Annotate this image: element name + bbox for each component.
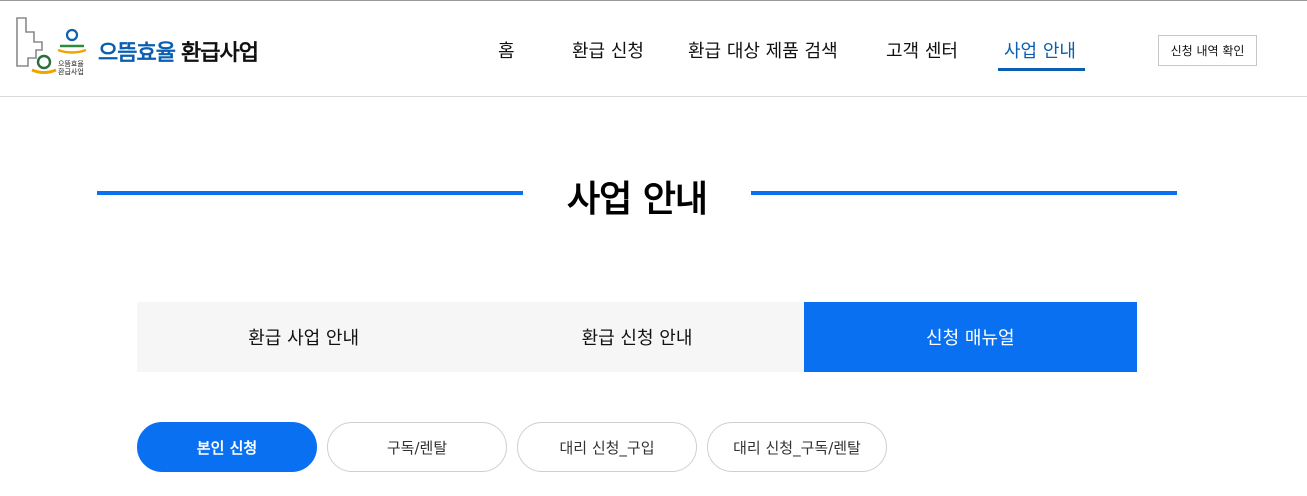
svg-text:환급사업: 환급사업	[58, 67, 84, 76]
title-divider-right	[751, 191, 1177, 195]
tab-refund-apply-guide[interactable]: 환급 신청 안내	[470, 302, 804, 372]
logo-icon[interactable]: 으뜸효율 환급사업	[14, 14, 88, 82]
page-title: 사업 안내	[566, 179, 708, 220]
brand-title-part2: 환급사업	[180, 41, 259, 66]
check-application-button[interactable]: 신청 내역 확인	[1158, 35, 1257, 66]
nav-item-product-search[interactable]: 환급 대상 제품 검색	[688, 37, 838, 63]
section-tabs: 환급 사업 안내 환급 신청 안내 신청 매뉴얼	[137, 302, 1137, 372]
brand-title-part1: 으뜸효율	[98, 41, 176, 66]
nav-active-indicator	[998, 68, 1085, 71]
tab-refund-business-guide[interactable]: 환급 사업 안내	[137, 302, 471, 372]
pill-self-apply[interactable]: 본인 신청	[137, 422, 317, 472]
title-divider-left	[97, 191, 523, 195]
tab-apply-manual[interactable]: 신청 매뉴얼	[803, 302, 1137, 372]
nav-item-apply[interactable]: 환급 신청	[572, 37, 644, 63]
svg-text:으뜸효율: 으뜸효율	[58, 60, 84, 68]
pill-proxy-purchase[interactable]: 대리 신청_구입	[517, 422, 697, 472]
site-header: 으뜸효율 환급사업 으뜸효율 환급사업 홈 환급 신청 환급 대상 제품 검색 고…	[0, 1, 1307, 97]
pill-subscription-rental[interactable]: 구독/렌탈	[327, 422, 507, 472]
brand-title[interactable]: 으뜸효율 환급사업	[98, 35, 259, 67]
pill-proxy-subscription-rental[interactable]: 대리 신청_구독/렌탈	[707, 422, 887, 472]
nav-item-home[interactable]: 홈	[498, 37, 515, 63]
nav-item-customer-center[interactable]: 고객 센터	[886, 37, 958, 63]
nav-item-business-guide[interactable]: 사업 안내	[1004, 37, 1076, 63]
